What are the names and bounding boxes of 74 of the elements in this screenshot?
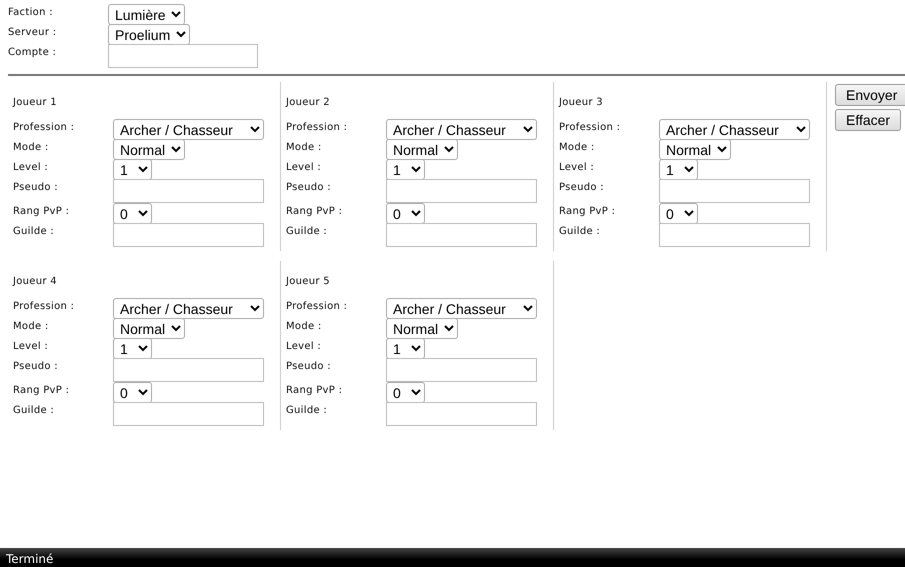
- field-label: Mode :: [286, 320, 323, 332]
- field-label: Rang PvP :: [559, 205, 616, 217]
- field-label: Pseudo :: [559, 181, 605, 193]
- field-label: Profession :: [13, 121, 76, 133]
- dropdown[interactable]: Lumière: [108, 4, 185, 25]
- dropdown[interactable]: 0: [659, 203, 698, 224]
- field-label: Rang PvP :: [13, 205, 70, 217]
- dropdown[interactable]: Archer / Chasseur: [113, 298, 264, 319]
- field-label: Faction :: [8, 6, 54, 18]
- dropdown[interactable]: Archer / Chasseur: [386, 298, 537, 319]
- player-heading: Joueur 3: [559, 97, 604, 110]
- field-label: Mode :: [13, 141, 50, 153]
- player-heading: Joueur 2: [286, 97, 331, 110]
- field-label: Guilde :: [286, 404, 328, 416]
- field-label: Rang PvP :: [286, 384, 344, 396]
- field-label: Mode :: [559, 141, 596, 153]
- clear-button[interactable]: Effacer: [835, 109, 902, 131]
- field-label: Level :: [286, 161, 322, 173]
- dropdown[interactable]: 1: [659, 159, 698, 180]
- field-label: Compte :: [8, 46, 58, 58]
- field-label: Mode :: [286, 141, 323, 153]
- field-label: Pseudo :: [13, 181, 59, 193]
- dropdown[interactable]: 0: [113, 203, 152, 224]
- field-label: Pseudo :: [286, 360, 332, 372]
- player-heading: Joueur 1: [13, 97, 58, 110]
- input-field[interactable]: [386, 179, 537, 203]
- player-heading: Joueur 4: [13, 276, 58, 289]
- dropdown[interactable]: Archer / Chasseur: [659, 119, 810, 140]
- dropdown[interactable]: 0: [386, 203, 425, 224]
- submit-button[interactable]: Envoyer: [835, 84, 905, 106]
- input-field[interactable]: [386, 223, 537, 247]
- input-field[interactable]: [113, 402, 264, 426]
- field-label: Level :: [13, 161, 50, 173]
- dropdown[interactable]: Normal: [113, 318, 185, 339]
- input-field[interactable]: [386, 402, 537, 426]
- input-field[interactable]: [113, 179, 264, 203]
- field-label: Mode :: [13, 320, 50, 332]
- dropdown[interactable]: Proelium: [108, 24, 190, 45]
- dropdown[interactable]: 0: [386, 382, 425, 403]
- dropdown[interactable]: Archer / Chasseur: [386, 119, 537, 140]
- dropdown[interactable]: Normal: [386, 318, 458, 339]
- field-label: Profession :: [286, 300, 348, 312]
- field-label: Guilde :: [559, 225, 602, 237]
- input-field[interactable]: [113, 358, 264, 382]
- dropdown[interactable]: 1: [113, 338, 152, 359]
- field-label: Rang PvP :: [286, 205, 344, 217]
- input-field[interactable]: [113, 223, 264, 247]
- status-text: Terminé: [6, 552, 54, 566]
- field-label: Level :: [286, 340, 322, 352]
- input-field[interactable]: [659, 223, 810, 247]
- field-label: Guilde :: [13, 225, 56, 237]
- dropdown[interactable]: 1: [386, 159, 425, 180]
- dropdown[interactable]: Normal: [659, 139, 731, 160]
- input-field[interactable]: [108, 44, 258, 68]
- field-label: Profession :: [13, 300, 76, 312]
- dropdown[interactable]: 1: [113, 159, 152, 180]
- field-label: Rang PvP :: [13, 384, 70, 396]
- field-label: Guilde :: [286, 225, 328, 237]
- dropdown[interactable]: Archer / Chasseur: [113, 119, 264, 140]
- dropdown[interactable]: Normal: [386, 139, 458, 160]
- field-label: Pseudo :: [286, 181, 332, 193]
- field-label: Level :: [13, 340, 50, 352]
- field-label: Guilde :: [13, 404, 56, 416]
- dropdown[interactable]: 1: [386, 338, 425, 359]
- field-label: Level :: [559, 161, 596, 173]
- field-label: Profession :: [286, 121, 348, 133]
- input-field[interactable]: [659, 179, 810, 203]
- dropdown[interactable]: Normal: [113, 139, 185, 160]
- player-heading: Joueur 5: [286, 276, 331, 289]
- dropdown[interactable]: 0: [113, 382, 152, 403]
- field-label: Serveur :: [8, 26, 58, 38]
- input-field[interactable]: [386, 358, 537, 382]
- field-label: Pseudo :: [13, 360, 59, 372]
- field-label: Profession :: [559, 121, 622, 133]
